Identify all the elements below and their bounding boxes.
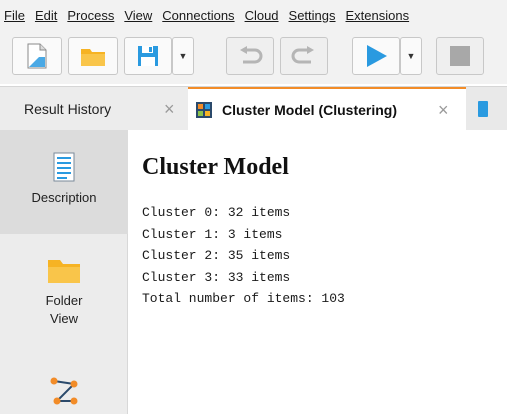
folder-icon	[48, 260, 80, 283]
graph-icon	[50, 377, 78, 405]
page-title: Cluster Model	[142, 154, 289, 180]
tab-bar: Result History × Cluster Model (Clusteri…	[0, 86, 507, 131]
tab-cluster-model[interactable]: Cluster Model (Clustering) ×	[188, 87, 466, 131]
tab-result-history[interactable]: Result History ×	[0, 87, 188, 131]
chevron-down-icon: ▼	[406, 51, 416, 61]
sidebar-item-folder-view[interactable]: Folder View	[0, 234, 128, 346]
new-process-button[interactable]	[12, 37, 62, 75]
undo-button[interactable]	[226, 37, 274, 75]
redo-button[interactable]	[280, 37, 328, 75]
menu-bar: File Edit Process View Connections Cloud…	[0, 0, 507, 30]
total-line: Total number of items: 103	[142, 291, 345, 306]
menu-file[interactable]: File	[4, 8, 25, 23]
sidebar-item-graph[interactable]	[0, 346, 128, 414]
menu-edit[interactable]: Edit	[35, 8, 57, 23]
view-sidebar: Description Folder View	[0, 130, 128, 414]
stop-process-button[interactable]	[436, 37, 484, 75]
run-process-button[interactable]	[352, 37, 400, 75]
close-icon[interactable]: ×	[438, 100, 449, 121]
cluster-model-icon	[196, 102, 212, 118]
chevron-down-icon: ▼	[178, 51, 188, 61]
floppy-disk-icon	[138, 46, 158, 66]
tab-label: Cluster Model (Clustering)	[222, 102, 398, 118]
save-process-button[interactable]	[124, 37, 172, 75]
menu-view[interactable]: View	[124, 8, 152, 23]
menu-settings[interactable]: Settings	[289, 8, 336, 23]
folder-icon	[81, 49, 105, 66]
sidebar-item-label: Folder View	[45, 293, 83, 326]
sidebar-item-description[interactable]: Description	[0, 130, 128, 234]
undo-icon	[240, 46, 263, 64]
menu-cloud[interactable]: Cloud	[245, 8, 279, 23]
menu-process[interactable]: Process	[67, 8, 114, 23]
document-icon	[53, 152, 75, 182]
cluster-summary: Cluster 0: 32 items Cluster 1: 3 items C…	[142, 202, 345, 310]
redo-icon	[291, 46, 314, 64]
cluster-line: Cluster 3: 33 items	[142, 269, 291, 285]
sidebar-item-label: Description	[31, 190, 97, 205]
cluster-model-panel: Cluster Model Cluster 0: 32 items Cluste…	[128, 130, 507, 414]
menu-connections[interactable]: Connections	[162, 8, 234, 23]
play-icon	[367, 45, 387, 67]
cluster-line: Cluster 0: 32 items	[142, 205, 291, 220]
toolbar: ▼ ▼	[0, 30, 507, 84]
save-dropdown-button[interactable]: ▼	[172, 37, 194, 75]
new-file-icon	[27, 43, 47, 69]
cluster-line: Cluster 1: 3 items	[142, 226, 283, 242]
stop-icon	[450, 46, 470, 66]
tab-overflow-icon[interactable]	[478, 101, 488, 117]
open-process-button[interactable]	[68, 37, 118, 75]
tab-label: Result History	[24, 101, 112, 117]
run-dropdown-button[interactable]: ▼	[400, 37, 422, 75]
menu-extensions[interactable]: Extensions	[346, 8, 410, 23]
close-icon[interactable]: ×	[164, 99, 175, 120]
cluster-line: Cluster 2: 35 items	[142, 248, 291, 263]
